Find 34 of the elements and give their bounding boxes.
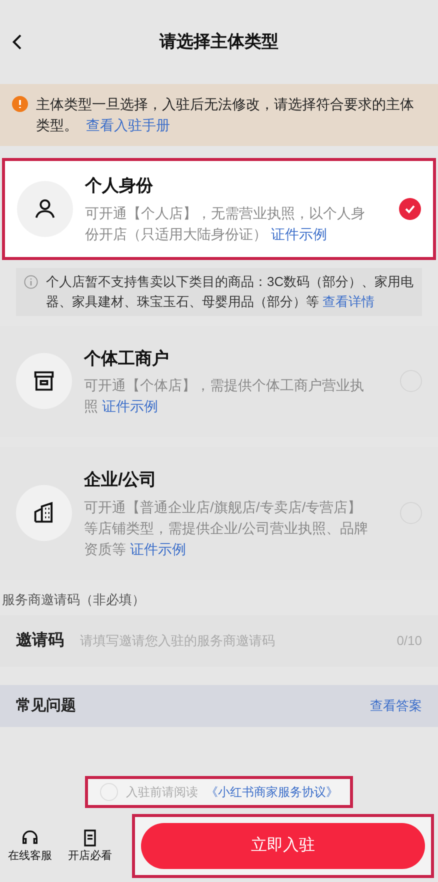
tool-label: 开店必看 (68, 848, 112, 864)
page-title: 请选择主体类型 (160, 31, 278, 54)
sample-link[interactable]: 证件示例 (270, 226, 327, 242)
manual-link[interactable]: 查看入驻手册 (86, 117, 170, 133)
subject-type-card[interactable]: 个人身份 可开通【个人店】，无需营业执照，以个人身份开店（只适用大陆身份证） 证件示例 (2, 158, 436, 260)
note-text: 个人店暂不支持售卖以下类目的商品：3C数码（部分）、家用电器、家具建材、珠宝玉石、母婴用品（部分）等 查看详情 (46, 272, 414, 310)
tool-label: 在线客服 (8, 848, 52, 864)
sample-link[interactable]: 证件示例 (130, 540, 186, 556)
bottom-tool[interactable]: 在线客服 (4, 828, 56, 864)
agreement-link[interactable]: 《小红书商家服务协议》 (206, 783, 338, 801)
option-title: 个体工商户 (84, 348, 170, 370)
agreement-text: 入驻前请阅读 (126, 784, 198, 801)
char-counter: 0/10 (396, 632, 422, 650)
bottom-tool[interactable]: 开店必看 (64, 828, 116, 864)
submit-button[interactable]: 立即入驻 (141, 823, 425, 869)
option-description: 可开通【普通企业店/旗舰店/专卖店/专营店】等店铺类型，需提供企业/公司营业执照、品牌资质等 证件示例 (84, 498, 369, 558)
option-title: 企业/公司 (84, 469, 158, 491)
option-description: 可开通【个人店】，无需营业执照，以个人身份开店（只适用大陆身份证） 证件示例 (85, 204, 366, 244)
option-description: 可开通【个体店】，需提供个体工商户营业执照 证件示例 (84, 376, 365, 416)
notice-text: 主体类型一旦选择，入驻后无法修改，请选择符合要求的主体类型。 查看入驻手册 (36, 95, 415, 135)
option-title: 个人身份 (85, 175, 154, 197)
invite-code-input[interactable]: 请填写邀请您入驻的服务商邀请码 (80, 631, 381, 651)
sample-link[interactable]: 证件示例 (102, 398, 158, 414)
faq-link[interactable]: 查看答案 (370, 696, 422, 716)
invite-code-field[interactable]: 邀请码 请填写邀请您入驻的服务商邀请码 0/10 (0, 615, 438, 667)
faq-title: 常见问题 (16, 696, 76, 716)
section-label: 服务商邀请码（非必填） (1, 590, 146, 608)
details-link[interactable]: 查看详情 (322, 294, 375, 308)
info-icon (24, 274, 38, 288)
field-label: 邀请码 (16, 630, 64, 651)
agreement-row[interactable]: 入驻前请阅读 《小红书商家服务协议》 (85, 776, 353, 808)
check-icon (404, 202, 416, 215)
radio-button[interactable] (399, 198, 421, 220)
warning-icon (12, 96, 28, 112)
